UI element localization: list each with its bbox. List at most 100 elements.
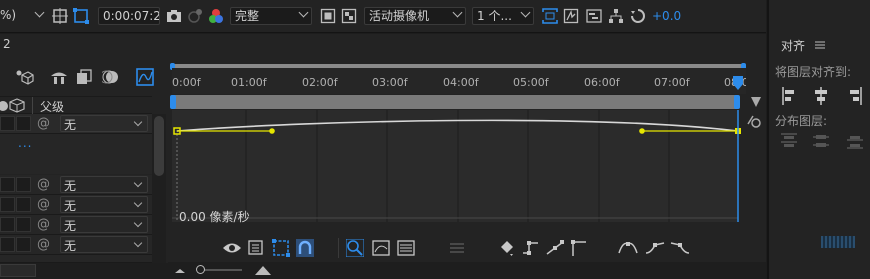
transform-box-icon[interactable] <box>272 239 290 257</box>
expanded-properties-area: ... <box>0 134 152 174</box>
distribute-bottom-icon[interactable] <box>847 132 863 150</box>
zoom-in-icon[interactable] <box>254 264 272 276</box>
zoom-value: %) <box>0 8 17 22</box>
layer-switch[interactable] <box>16 116 31 131</box>
timecode-field[interactable]: 0:00:07:29 <box>98 7 160 25</box>
align-panel-top <box>769 0 870 33</box>
color-channels-icon[interactable] <box>208 8 224 24</box>
timecode-value: 0:00:07:29 <box>103 9 159 23</box>
distribute-vertical-center-icon[interactable] <box>813 132 829 150</box>
zoom-slider-thumb[interactable] <box>196 265 205 274</box>
current-time-indicator-head[interactable] <box>732 76 744 92</box>
flowchart-icon[interactable] <box>608 8 624 24</box>
align-right-icon[interactable] <box>847 87 863 105</box>
auto-bezier-icon[interactable] <box>570 239 588 257</box>
bezier-handle[interactable] <box>639 128 645 134</box>
separate-dimensions-icon[interactable] <box>448 240 466 256</box>
linear-keyframe-icon[interactable] <box>546 239 564 257</box>
chevron-down-icon <box>133 117 143 127</box>
frame-blending-icon[interactable] <box>76 69 92 85</box>
bezier-handle[interactable] <box>269 128 275 134</box>
time-ruler[interactable]: 0:00f 01:00f 02:00f 03:00f 04:00f 05:00f… <box>172 68 749 94</box>
keyframe-menu-icon[interactable] <box>498 239 516 257</box>
layer-switch[interactable] <box>16 177 31 192</box>
ruler-tick-label: 01:00f <box>231 76 267 89</box>
layer-switch[interactable] <box>0 177 15 192</box>
layer-row[interactable] <box>0 255 152 263</box>
bottom-status-field[interactable] <box>0 264 36 277</box>
pickwhip-icon[interactable]: @ <box>37 237 50 252</box>
left-bottom-bar <box>0 263 168 279</box>
show-snapshot-icon[interactable] <box>187 8 203 24</box>
transparency-grid-icon[interactable] <box>341 8 357 24</box>
panel-menu-icon[interactable] <box>815 40 825 50</box>
graph-curve-area[interactable] <box>172 110 752 230</box>
parent-value: 无 <box>64 199 77 213</box>
layer-switch[interactable] <box>0 237 15 252</box>
layer-switch[interactable] <box>16 217 31 232</box>
layer-list-panel: 父级 @ 无 ... @ 无 @ 无 @ 无 @ 无 <box>0 56 168 279</box>
chevron-down-icon <box>133 218 143 228</box>
comp-viewer-toolbar: %) 0:00:07:29 完整 活动摄像机 1 个... +0.0 <box>0 0 766 33</box>
graph-type-menu-icon[interactable] <box>248 240 266 256</box>
camera-dropdown[interactable]: 活动摄像机 <box>364 7 466 25</box>
ruler-tick-label: 0:00f <box>172 76 201 89</box>
align-horizontal-center-icon[interactable] <box>813 87 829 105</box>
snap-magnet-icon[interactable] <box>296 239 314 257</box>
show-properties-icon[interactable] <box>750 96 762 108</box>
snapshot-camera-icon[interactable] <box>166 8 182 24</box>
layer-switch[interactable] <box>16 197 31 212</box>
layer-row[interactable]: @ 无 <box>0 235 152 255</box>
panel-label: 2 <box>3 37 11 51</box>
layer-switch[interactable] <box>16 237 31 252</box>
mask-visibility-icon[interactable] <box>73 8 89 24</box>
graph-options-icon[interactable] <box>747 114 763 130</box>
work-area-bar[interactable] <box>172 95 738 109</box>
align-left-icon[interactable] <box>781 87 797 105</box>
exposure-value[interactable]: +0.0 <box>652 9 681 23</box>
distribute-top-icon[interactable] <box>781 132 797 150</box>
zoom-out-icon[interactable] <box>174 266 186 274</box>
align-panel-title[interactable]: 对齐 <box>781 37 805 54</box>
property-link[interactable]: ... <box>18 136 32 150</box>
layer-switch[interactable] <box>0 197 15 212</box>
toggle-pixel-aspect-icon[interactable] <box>542 8 558 24</box>
draft-3d-icon[interactable] <box>14 68 34 86</box>
show-properties-eye-icon[interactable] <box>222 240 242 256</box>
pickwhip-icon[interactable]: @ <box>37 116 50 131</box>
easy-ease-in-icon[interactable] <box>645 239 665 257</box>
shy-layers-icon[interactable] <box>50 69 68 85</box>
fast-preview-icon[interactable] <box>563 8 579 24</box>
work-area-end-handle[interactable] <box>734 95 740 109</box>
layer-switch[interactable] <box>0 116 15 131</box>
work-area-start-handle[interactable] <box>170 95 176 109</box>
reset-exposure-icon[interactable] <box>630 8 646 24</box>
resolution-value: 完整 <box>235 9 260 23</box>
lock-column-icon[interactable] <box>9 98 25 113</box>
easy-ease-icon[interactable] <box>618 239 638 257</box>
layer-switch[interactable] <box>0 217 15 232</box>
pickwhip-icon[interactable]: @ <box>37 177 50 192</box>
pickwhip-icon[interactable]: @ <box>37 197 50 212</box>
layer-row[interactable]: @ 无 <box>0 175 152 195</box>
motion-blur-icon[interactable] <box>102 69 120 85</box>
timeline-panel-header: 2 <box>0 34 766 56</box>
fit-all-icon[interactable] <box>397 239 415 257</box>
layer-scrollbar-thumb[interactable] <box>154 116 164 176</box>
layer-row[interactable]: @ 无 <box>0 215 152 235</box>
region-of-interest-icon[interactable] <box>320 8 336 24</box>
ruler-tick-label: 02:00f <box>302 76 338 89</box>
fit-selection-icon[interactable] <box>372 239 390 257</box>
layer-row[interactable]: @ 无 <box>0 114 152 134</box>
toolbar-divider <box>338 238 339 258</box>
hold-keyframe-icon[interactable] <box>522 239 540 257</box>
grid-guides-icon[interactable] <box>52 8 68 24</box>
align-to-label: 将图层对齐到: <box>775 65 852 79</box>
graph-background <box>172 110 738 222</box>
auto-zoom-height-icon[interactable] <box>346 239 364 257</box>
graph-editor-icon[interactable] <box>136 68 154 86</box>
easy-ease-out-icon[interactable] <box>670 239 690 257</box>
timeline-icon[interactable] <box>586 8 602 24</box>
pickwhip-icon[interactable]: @ <box>37 217 50 232</box>
layer-row[interactable]: @ 无 <box>0 195 152 215</box>
